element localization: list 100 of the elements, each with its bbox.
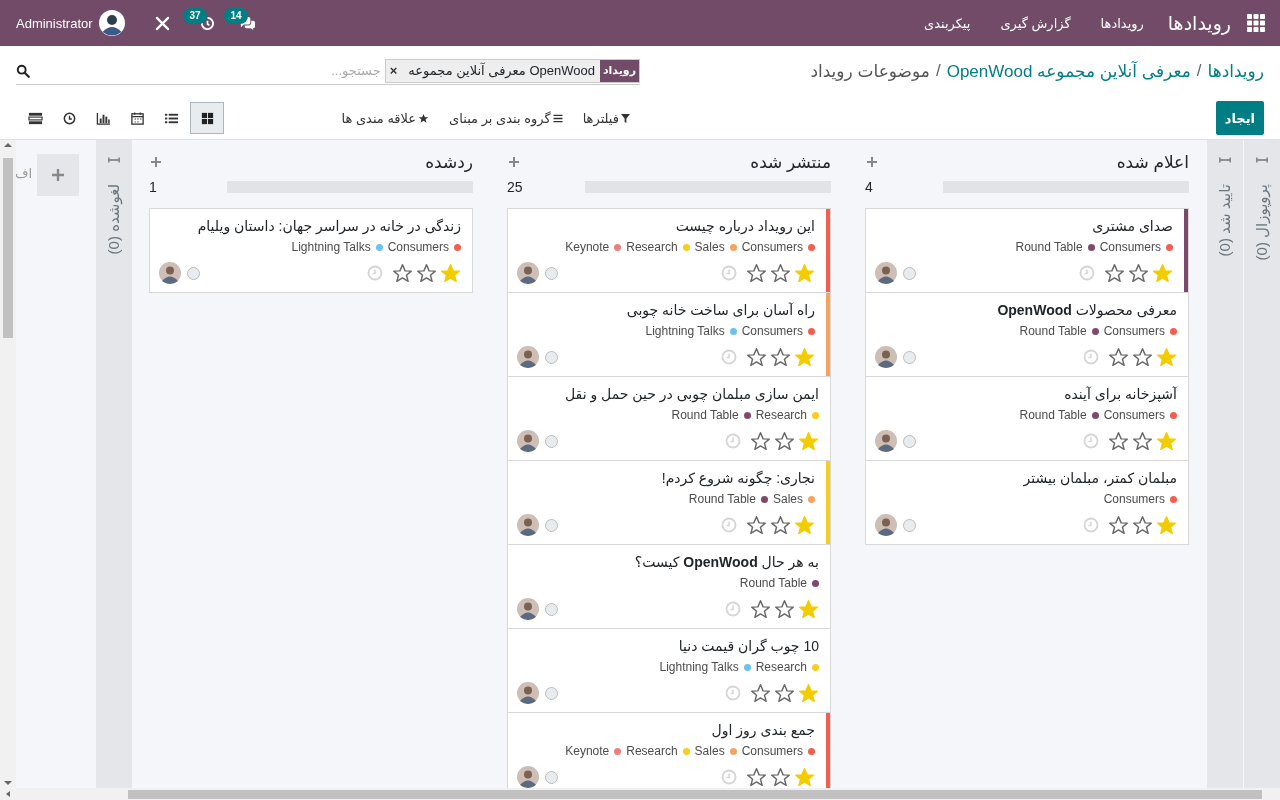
star-icon[interactable] xyxy=(1108,430,1129,452)
star-icon[interactable] xyxy=(746,514,767,536)
tag-label: Round Table xyxy=(1019,323,1087,340)
menu-item[interactable]: گزارش گیری xyxy=(1000,15,1071,31)
tools-icon[interactable] xyxy=(154,15,170,31)
apps-menu-icon[interactable] xyxy=(1247,14,1265,32)
column-title: ردشده xyxy=(425,151,473,173)
column-title: پروپوزال (0) xyxy=(1253,184,1271,261)
priority-stars[interactable] xyxy=(392,262,461,284)
star-icon[interactable] xyxy=(1156,430,1177,452)
breadcrumb-link[interactable]: معرفی آنلاین مجموعه OpenWood xyxy=(946,60,1191,82)
view-switch-button[interactable] xyxy=(190,102,224,134)
notification-badge: 14 xyxy=(224,7,248,24)
search-option-button[interactable]: علاقه مندی ها xyxy=(341,110,430,126)
card-title: آشپزخانه برای آینده xyxy=(1063,385,1177,404)
search-option-button[interactable]: فیلترها xyxy=(582,110,630,126)
star-icon[interactable] xyxy=(1104,262,1125,284)
card-title: مبلمان کمتر، مبلمان بیشتر xyxy=(1022,469,1177,488)
star-icon[interactable] xyxy=(794,262,815,284)
star-icon[interactable] xyxy=(746,346,767,368)
star-icon[interactable] xyxy=(1108,346,1129,368)
star-icon[interactable] xyxy=(750,682,771,704)
activity-view-icon xyxy=(61,110,77,126)
priority-stars[interactable] xyxy=(1108,346,1177,368)
breadcrumb-link[interactable]: رویدادها xyxy=(1207,60,1264,82)
star-icon[interactable] xyxy=(392,262,413,284)
tag-label: Consumers xyxy=(741,743,803,760)
folded-column[interactable]: لغوشده (0) xyxy=(96,140,132,788)
star-icon[interactable] xyxy=(440,262,461,284)
search-option-button[interactable]: گروه بندی بر مبنای xyxy=(449,110,563,126)
add-icon[interactable] xyxy=(509,157,519,167)
user-menu[interactable]: Administrator xyxy=(16,10,125,36)
star-icon[interactable] xyxy=(798,598,819,620)
app-title: رویدادها xyxy=(1167,11,1231,35)
star-icon[interactable] xyxy=(1108,514,1129,536)
star-icon[interactable] xyxy=(770,262,791,284)
priority-stars[interactable] xyxy=(750,430,819,452)
avatar xyxy=(875,262,897,284)
add-column-button[interactable] xyxy=(37,154,79,196)
search-input[interactable]: جستجو... xyxy=(34,63,385,78)
avatar xyxy=(875,430,897,452)
menu-item[interactable]: رویدادها xyxy=(1100,15,1144,31)
vertical-scrollbar[interactable] xyxy=(0,140,16,788)
scrollbar-thumb[interactable] xyxy=(128,789,1262,799)
star-icon[interactable] xyxy=(770,346,791,368)
expand-icon[interactable] xyxy=(1256,156,1268,164)
star-icon[interactable] xyxy=(770,766,791,788)
priority-stars[interactable] xyxy=(746,766,815,788)
star-icon[interactable] xyxy=(1128,262,1149,284)
priority-stars[interactable] xyxy=(750,598,819,620)
star-icon[interactable] xyxy=(794,346,815,368)
avatar xyxy=(517,262,539,284)
remove-facet-button[interactable]: × xyxy=(385,59,404,82)
tag-label: Lightning Talks xyxy=(291,239,371,256)
expand-icon[interactable] xyxy=(108,156,120,164)
star-icon[interactable] xyxy=(794,766,815,788)
activity-icon[interactable] xyxy=(199,15,215,31)
star-icon[interactable] xyxy=(774,682,795,704)
menu-item[interactable]: پیکربندی xyxy=(923,15,971,31)
star-icon[interactable] xyxy=(774,598,795,620)
star-icon[interactable] xyxy=(798,682,819,704)
priority-stars[interactable] xyxy=(1104,262,1173,284)
add-icon[interactable] xyxy=(151,157,161,167)
tag-label: Research xyxy=(755,407,807,424)
priority-stars[interactable] xyxy=(1108,514,1177,536)
star-icon[interactable] xyxy=(794,514,815,536)
folded-column[interactable]: پروپوزال (0) xyxy=(1244,140,1280,788)
expand-icon[interactable] xyxy=(1219,156,1231,164)
star-icon[interactable] xyxy=(1152,262,1173,284)
star-icon[interactable] xyxy=(750,430,771,452)
star-icon[interactable] xyxy=(1132,430,1153,452)
tag-label: Consumers xyxy=(741,323,803,340)
star-icon[interactable] xyxy=(1132,514,1153,536)
priority-stars[interactable] xyxy=(746,262,815,284)
tag-label: Round Table xyxy=(671,407,739,424)
tag-label: Round Table xyxy=(739,575,807,592)
scrollbar-thumb[interactable] xyxy=(3,158,13,338)
priority-stars[interactable] xyxy=(746,514,815,536)
add-icon[interactable] xyxy=(867,157,877,167)
priority-stars[interactable] xyxy=(746,346,815,368)
star-icon[interactable] xyxy=(746,262,767,284)
star-icon[interactable] xyxy=(746,766,767,788)
avatar xyxy=(517,766,539,788)
star-icon[interactable] xyxy=(770,514,791,536)
horizontal-scrollbar[interactable] xyxy=(0,788,1280,800)
star-icon[interactable] xyxy=(750,598,771,620)
star-icon[interactable] xyxy=(1156,514,1177,536)
star-icon[interactable] xyxy=(1156,346,1177,368)
star-icon[interactable] xyxy=(774,430,795,452)
column-title: منتشر شده xyxy=(750,151,831,173)
folded-column[interactable]: تایید شد (0) xyxy=(1207,140,1243,788)
avatar xyxy=(875,514,897,536)
record-count: 25 xyxy=(507,179,523,195)
star-icon[interactable] xyxy=(1132,346,1153,368)
priority-stars[interactable] xyxy=(750,682,819,704)
star-icon[interactable] xyxy=(798,430,819,452)
star-icon[interactable] xyxy=(416,262,437,284)
priority-stars[interactable] xyxy=(1108,430,1177,452)
search-icon[interactable] xyxy=(16,63,30,78)
create-button[interactable]: ایجاد xyxy=(1215,101,1264,135)
